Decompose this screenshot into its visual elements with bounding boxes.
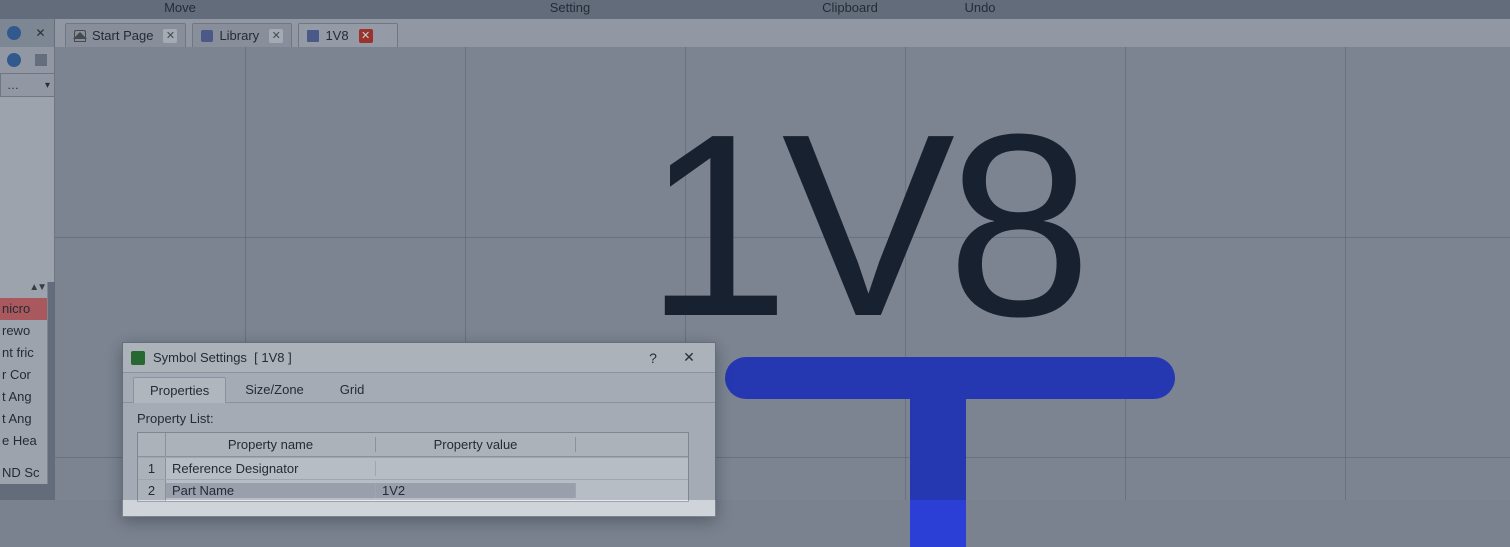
power-symbol-stem bbox=[910, 387, 966, 547]
list-item[interactable]: r Cor bbox=[0, 364, 47, 386]
globe-icon[interactable] bbox=[7, 53, 21, 67]
dialog-tab-grid[interactable]: Grid bbox=[323, 376, 382, 402]
col-property-name[interactable]: Property name bbox=[166, 437, 376, 452]
ribbon-label-clipboard: Clipboard bbox=[780, 0, 920, 18]
left-preview-panel bbox=[0, 97, 55, 282]
dialog-tab-properties[interactable]: Properties bbox=[133, 377, 226, 403]
help-icon[interactable] bbox=[7, 26, 21, 40]
list-item[interactable]: nt fric bbox=[0, 342, 47, 364]
row-index: 1 bbox=[138, 458, 166, 479]
dialog-help-button[interactable]: ? bbox=[635, 346, 671, 370]
tab-1v8[interactable]: 1V8 ✕ bbox=[298, 23, 398, 47]
ribbon-group-labels: Move Setting Clipboard Undo bbox=[0, 0, 1510, 18]
dialog-title-subject: [ 1V8 ] bbox=[254, 350, 292, 365]
list-item[interactable]: nicro bbox=[0, 298, 47, 320]
property-table: Property name Property value 1 Reference… bbox=[137, 432, 689, 502]
dialog-tabs: Properties Size/Zone Grid bbox=[123, 373, 715, 403]
dialog-tab-sizezone[interactable]: Size/Zone bbox=[228, 376, 321, 402]
col-property-value[interactable]: Property value bbox=[376, 437, 576, 452]
left-mini-toolbar bbox=[0, 47, 55, 73]
tab-start-page[interactable]: Start Page ✕ bbox=[65, 23, 186, 47]
list-item[interactable]: rewo bbox=[0, 320, 47, 342]
cell-property-value[interactable]: 1V2 bbox=[376, 483, 576, 498]
file-tabs: Start Page ✕ Library ✕ 1V8 ✕ bbox=[55, 19, 1510, 47]
list-item[interactable]: e Hea bbox=[0, 430, 47, 452]
chevron-down-icon: ▾ bbox=[45, 80, 50, 91]
ribbon-label-move: Move bbox=[0, 0, 360, 18]
ribbon-label-setting: Setting bbox=[360, 0, 780, 18]
close-panel-icon[interactable]: ✕ bbox=[34, 26, 48, 40]
document-icon bbox=[307, 30, 319, 42]
list-item[interactable]: t Ang bbox=[0, 408, 47, 430]
property-table-header: Property name Property value bbox=[138, 433, 688, 457]
tab-library[interactable]: Library ✕ bbox=[192, 23, 292, 47]
row-index: 2 bbox=[138, 480, 166, 501]
property-row[interactable]: 1 Reference Designator bbox=[138, 457, 688, 479]
tool-icon[interactable] bbox=[35, 54, 47, 66]
tab-label: Start Page bbox=[92, 28, 153, 43]
cell-property-name[interactable]: Reference Designator bbox=[166, 461, 376, 476]
list-item[interactable]: ND Sc bbox=[0, 462, 47, 484]
tab-close-icon[interactable]: ✕ bbox=[163, 29, 177, 43]
library-icon bbox=[201, 30, 213, 42]
tab-close-icon[interactable]: ✕ bbox=[269, 29, 283, 43]
left-dropdown[interactable]: … ▾ bbox=[0, 73, 55, 97]
property-row[interactable]: 2 Part Name 1V2 bbox=[138, 479, 688, 501]
left-tool-strip: ✕ bbox=[0, 19, 55, 47]
document-tabs-bar: ✕ Start Page ✕ Library ✕ 1V8 ✕ bbox=[0, 19, 1510, 47]
app-icon bbox=[131, 351, 145, 365]
ribbon-label-undo: Undo bbox=[920, 0, 1040, 18]
list-item[interactable]: t Ang bbox=[0, 386, 47, 408]
scroll-arrows-icon[interactable]: ▲▼ bbox=[0, 282, 47, 298]
dialog-title-text: Symbol Settings bbox=[153, 350, 247, 365]
symbol-settings-dialog: Symbol Settings [ 1V8 ] ? ✕ Properties S… bbox=[122, 342, 716, 517]
tab-label: Library bbox=[219, 28, 259, 43]
ellipsis-icon: … bbox=[7, 78, 19, 92]
tab-label: 1V8 bbox=[325, 28, 348, 43]
home-icon bbox=[74, 30, 86, 42]
cell-property-name[interactable]: Part Name bbox=[166, 483, 376, 498]
tab-close-icon[interactable]: ✕ bbox=[359, 29, 373, 43]
dialog-titlebar[interactable]: Symbol Settings [ 1V8 ] ? ✕ bbox=[123, 343, 715, 373]
dialog-close-button[interactable]: ✕ bbox=[671, 346, 707, 370]
side-list: ▲▼ nicro rewo nt fric r Cor t Ang t Ang … bbox=[0, 282, 48, 484]
dialog-body: Property List: Property name Property va… bbox=[123, 403, 715, 516]
property-list-label: Property List: bbox=[137, 411, 701, 426]
net-label-text: 1V8 bbox=[645, 77, 1084, 376]
